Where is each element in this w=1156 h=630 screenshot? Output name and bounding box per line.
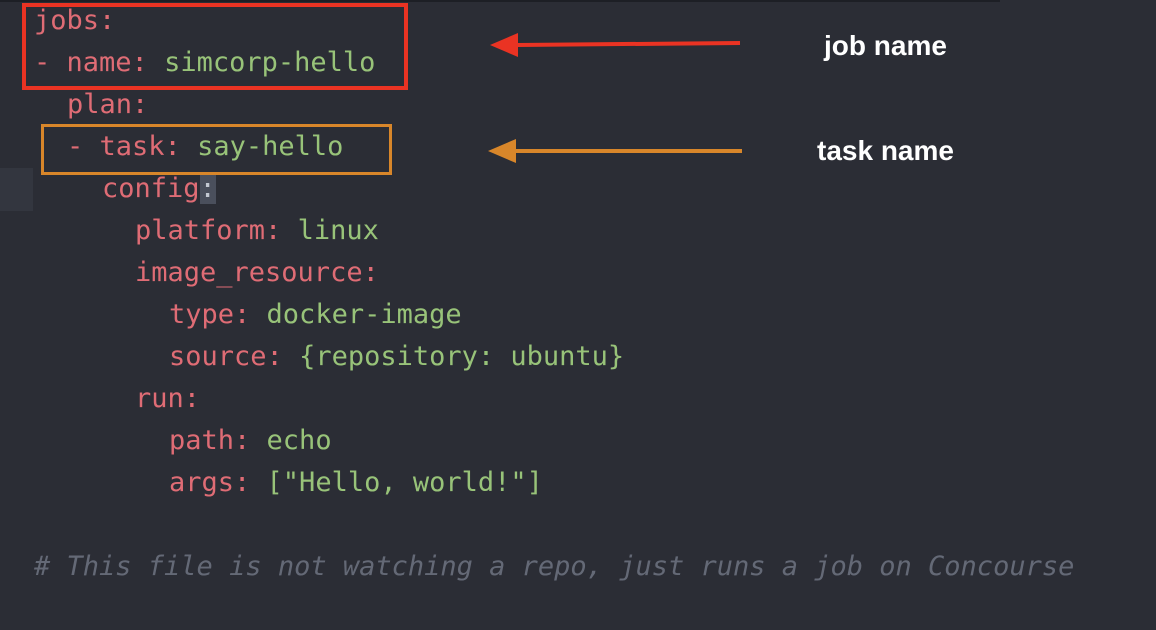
- text-cursor: :: [199, 173, 216, 204]
- task-name-arrow-icon: [488, 139, 742, 163]
- yaml-colon: :: [132, 89, 149, 120]
- current-line-gutter-highlight: [0, 168, 33, 211]
- yaml-key-plan: plan: [67, 89, 133, 120]
- code-line-run: run:: [135, 378, 200, 420]
- yaml-colon: :: [234, 425, 267, 456]
- yaml-colon: :: [234, 467, 267, 498]
- yaml-colon: :: [234, 299, 267, 330]
- code-line-image-resource: image_resource:: [135, 252, 379, 294]
- yaml-value-path: echo: [266, 425, 332, 456]
- code-line-platform: platform: linux: [135, 210, 379, 252]
- job-name-label: job name: [824, 30, 947, 61]
- task-name-highlight-box: [41, 124, 392, 175]
- code-line-path: path: echo: [169, 420, 332, 462]
- editor-top-border: [0, 0, 1000, 2]
- yaml-colon: :: [183, 383, 201, 414]
- code-line-plan: plan:: [67, 84, 148, 126]
- yaml-colon: :: [265, 215, 298, 246]
- yaml-key-type: type: [169, 299, 235, 330]
- yaml-value-platform: linux: [297, 215, 379, 246]
- yaml-value-source: {repository: ubuntu}: [299, 341, 625, 372]
- code-line-source: source: {repository: ubuntu}: [169, 336, 624, 378]
- yaml-value-args: ["Hello, world!"]: [266, 467, 543, 498]
- yaml-value-type: docker-image: [266, 299, 462, 330]
- yaml-key-run: run: [135, 383, 184, 414]
- yaml-key-path: path: [169, 425, 235, 456]
- code-line-args: args: ["Hello, world!"]: [169, 462, 543, 504]
- task-name-label: task name: [817, 135, 954, 166]
- yaml-colon: :: [266, 341, 300, 372]
- yaml-colon: :: [362, 257, 379, 288]
- yaml-key-image-resource: image_resource: [135, 257, 363, 288]
- job-name-highlight-box: [22, 3, 408, 90]
- yaml-key-args: args: [169, 467, 235, 498]
- yaml-key-source: source: [169, 341, 267, 372]
- yaml-key-config: config: [102, 173, 200, 204]
- code-comment: # This file is not watching a repo, just…: [34, 551, 1075, 582]
- job-name-arrow-icon: [490, 33, 741, 57]
- code-line-type: type: docker-image: [169, 294, 462, 336]
- yaml-key-platform: platform: [135, 215, 266, 246]
